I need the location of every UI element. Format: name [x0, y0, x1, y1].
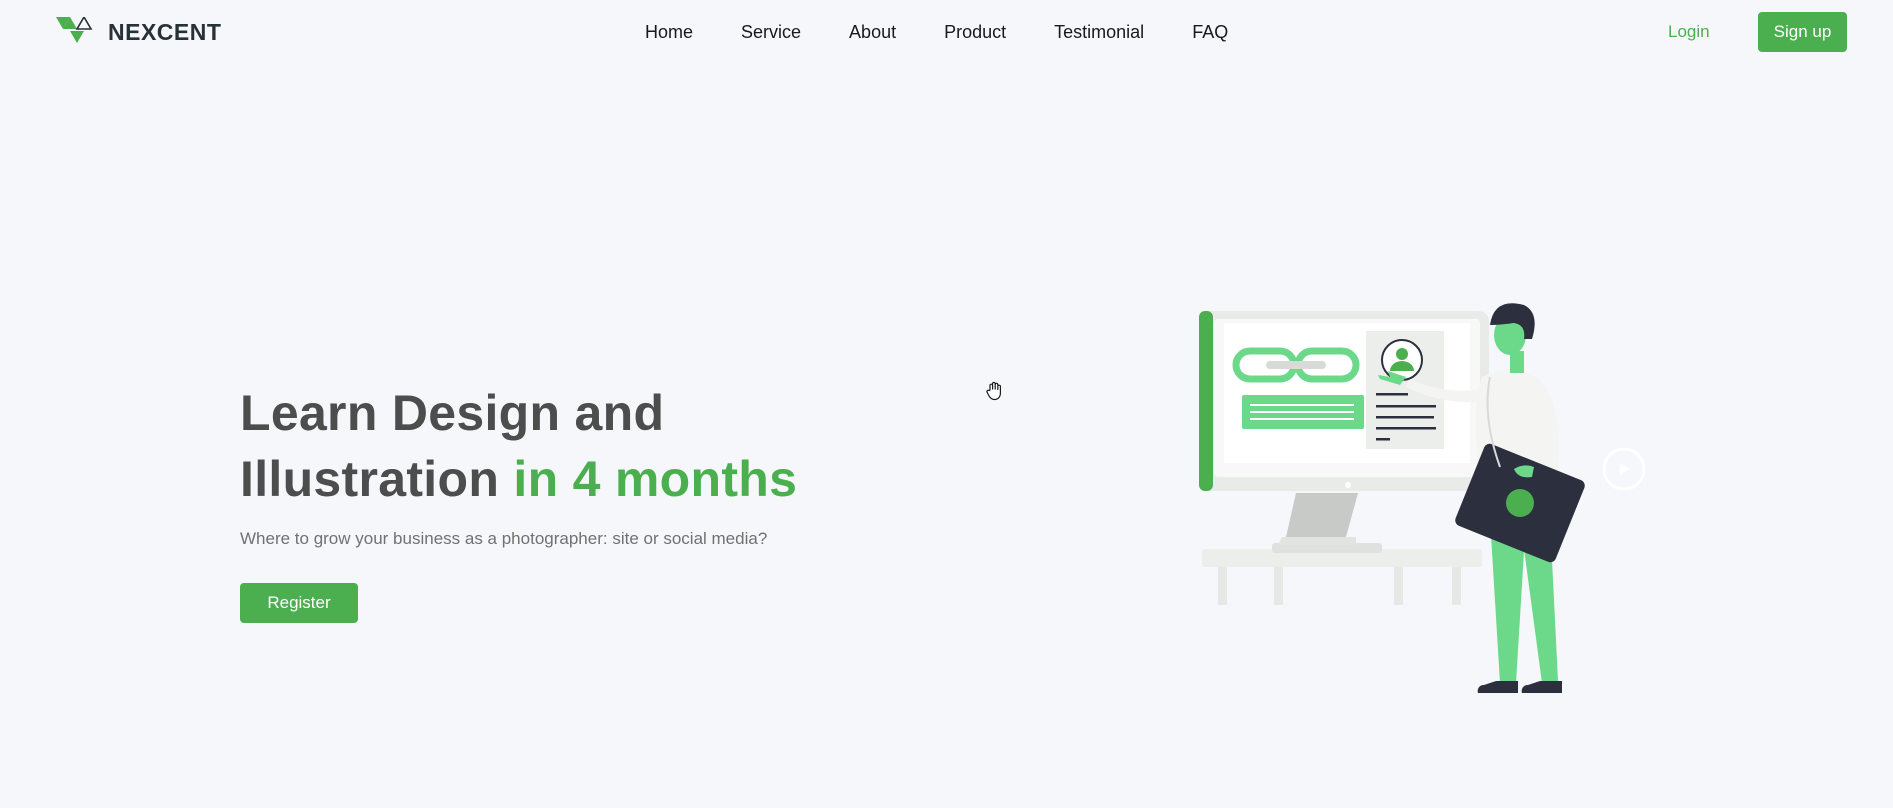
navbar: NEXCENT Home Service About Product Testi…	[0, 0, 1893, 64]
nav-about[interactable]: About	[849, 20, 896, 44]
nav-service[interactable]: Service	[741, 20, 801, 44]
brand-logo[interactable]: NEXCENT	[56, 16, 221, 48]
hand-grab-icon	[986, 381, 1001, 401]
monitor	[1199, 311, 1489, 545]
desk	[1202, 543, 1482, 605]
login-link[interactable]: Login	[1668, 20, 1710, 44]
nav-home[interactable]: Home	[645, 20, 693, 44]
main-nav: Home Service About Product Testimonial F…	[645, 20, 1228, 44]
nav-testimonial[interactable]: Testimonial	[1054, 20, 1144, 44]
hero-title-accent: in 4 months	[513, 451, 798, 507]
nav-product[interactable]: Product	[944, 20, 1006, 44]
hero-title: Learn Design and Illustration in 4 month…	[240, 380, 860, 512]
nav-faq[interactable]: FAQ	[1192, 20, 1228, 44]
man-presenting-at-monitor-illustration	[1199, 303, 1646, 693]
nexcent-logo-icon	[56, 17, 93, 43]
register-button[interactable]: Register	[240, 583, 358, 623]
hero-subtitle: Where to grow your business as a photogr…	[240, 529, 768, 548]
brand-name: NEXCENT	[108, 18, 222, 45]
signup-button[interactable]: Sign up	[1758, 12, 1847, 52]
